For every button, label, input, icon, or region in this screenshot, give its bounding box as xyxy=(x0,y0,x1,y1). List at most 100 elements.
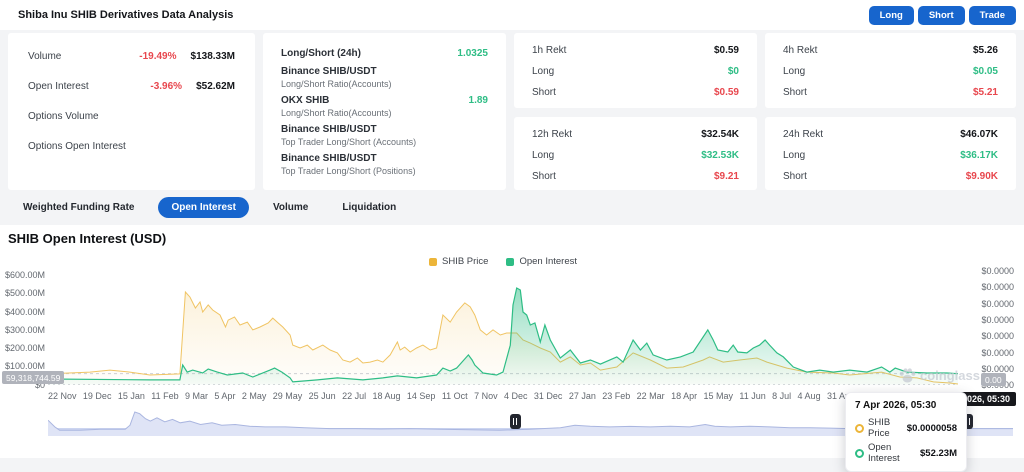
x-axis-label: 7 Nov xyxy=(474,391,498,401)
rekt-long-value: $36.17K xyxy=(960,150,998,161)
rekt-title: 4h Rekt xyxy=(783,45,817,56)
rekt-card-4h: 4h Rekt$5.26Long$0.05Short$5.21 xyxy=(765,33,1016,108)
rekt-total: $5.26 xyxy=(973,45,998,56)
y-left-label: $300.00M xyxy=(0,325,45,335)
chart-tooltip: 7 Apr 2026, 05:30 SHIB Price$0.0000058 Op… xyxy=(845,392,967,472)
tooltip-series-value: $0.0000058 xyxy=(907,423,957,434)
tab-volume[interactable]: Volume xyxy=(263,197,318,218)
ratio-row: OKX SHIB Long/Short Ratio(Accounts) 1.89 xyxy=(281,95,488,124)
rekt-card-1h: 1h Rekt$0.59Long$0Short$0.59 xyxy=(514,33,757,108)
x-axis-label: 11 Feb xyxy=(151,391,178,401)
rekt-title: 1h Rekt xyxy=(532,45,566,56)
coinglass-watermark: coinglass xyxy=(898,366,980,384)
ratio-labels: Binance SHIB/USDTTop Trader Long/Short (… xyxy=(281,153,416,176)
header: Shiba Inu SHIB Derivatives Data Analysis… xyxy=(0,0,1024,30)
x-axis-label: 9 Mar xyxy=(185,391,208,401)
stat-label: Volume xyxy=(28,51,61,62)
ratio-title: Long/Short (24h) xyxy=(281,48,361,59)
rekt-long-value: $0.05 xyxy=(973,66,998,77)
x-axis-label: 4 Dec xyxy=(504,391,528,401)
x-axis-label: 22 Mar xyxy=(637,391,665,401)
market-stat-row: Options Open Interest xyxy=(28,131,235,161)
rekt-total: $46.07K xyxy=(960,129,998,140)
x-axis-label: 29 May xyxy=(273,391,303,401)
tooltip-series-dot xyxy=(855,424,864,433)
ratio-subtitle: Long/Short Ratio(Accounts) xyxy=(281,108,392,118)
rekt-short-value: $9.90K xyxy=(966,171,998,182)
y-right-label: $0.0000 xyxy=(960,331,1014,341)
right-axis-current-value-badge: 0.00 xyxy=(981,373,1006,386)
rekt-title-row: 24h Rekt $46.07K xyxy=(783,123,998,145)
tooltip-date: 7 Apr 2026, 05:30 xyxy=(855,400,957,411)
tooltip-series-value: $52.23M xyxy=(920,448,957,459)
ratio-title: OKX SHIB xyxy=(281,95,392,106)
legend-label: SHIB Price xyxy=(442,256,488,267)
x-axis-label: 25 Jun xyxy=(309,391,336,401)
tab-liquidation[interactable]: Liquidation xyxy=(332,197,406,218)
legend-swatch xyxy=(506,258,514,266)
y-left-label: $500.00M xyxy=(0,288,45,298)
x-axis-label: 14 Sep xyxy=(407,391,436,401)
long-button[interactable]: Long xyxy=(869,6,914,25)
market-stats-card: Volume-19.49%$138.33MOpen Interest-3.96%… xyxy=(8,33,255,190)
ratio-row: Binance SHIB/USDTTop Trader Long/Short (… xyxy=(281,124,488,153)
ratio-row: Binance SHIB/USDTTop Trader Long/Short (… xyxy=(281,153,488,182)
y-right-label: $0.0000 xyxy=(960,348,1014,358)
x-axis-label: 2 May xyxy=(242,391,267,401)
legend-swatch xyxy=(429,258,437,266)
market-stat-row: Open Interest-3.96%$52.62M xyxy=(28,71,235,101)
navigator-left-handle[interactable] xyxy=(510,414,521,429)
tab-weighted-funding-rate[interactable]: Weighted Funding Rate xyxy=(13,197,144,218)
rekt-long-value: $32.53K xyxy=(701,150,739,161)
rekt-title: 12h Rekt xyxy=(532,129,572,140)
legend-item[interactable]: Open Interest xyxy=(506,256,577,267)
stat-change-pct: -3.96% xyxy=(150,81,182,92)
legend-item[interactable]: SHIB Price xyxy=(429,256,488,267)
tooltip-row: Open Interest$52.23M xyxy=(855,442,957,464)
main-chart-plot[interactable] xyxy=(48,270,958,385)
rekt-short-row: Short$0.59 xyxy=(532,82,739,103)
rekt-card-24h: 24h Rekt $46.07K Long$36.17KShort$9.90K xyxy=(765,117,1016,190)
rekt-title: 24h Rekt xyxy=(783,129,823,140)
tooltip-series-label: Open Interest xyxy=(868,442,920,464)
x-axis-label: 23 Feb xyxy=(602,391,630,401)
rekt-short-row: Short$9.90K xyxy=(783,166,998,187)
tooltip-series-label: SHIB Price xyxy=(868,417,907,439)
ratio-row: Binance SHIB/USDTLong/Short Ratio(Accoun… xyxy=(281,66,488,95)
rekt-title-row: 4h Rekt $5.26 xyxy=(783,39,998,61)
ratio-subtitle: Top Trader Long/Short (Positions) xyxy=(281,166,416,176)
rekt-total: $32.54K xyxy=(701,129,739,140)
x-axis-label: 11 Jun xyxy=(739,391,765,401)
y-left-label: $600.00M xyxy=(0,270,45,280)
stat-change-pct: -19.49% xyxy=(139,51,176,62)
header-buttons: Long Short Trade xyxy=(869,6,1016,25)
ratio-title: Binance SHIB/USDT xyxy=(281,124,416,135)
stat-label: Options Open Interest xyxy=(28,141,126,152)
stat-value: $52.62M xyxy=(196,81,235,92)
rekt-total: $0.59 xyxy=(714,45,739,56)
rekt-short-row: Short$9.21 xyxy=(532,166,739,187)
stat-values: -3.96% $52.62M xyxy=(150,81,235,92)
x-axis-label: 19 Dec xyxy=(83,391,112,401)
short-button[interactable]: Short xyxy=(918,6,965,25)
x-axis-label: 27 Jan xyxy=(569,391,596,401)
x-axis-label: 5 Apr xyxy=(214,391,235,401)
chart-title: SHIB Open Interest (USD) xyxy=(8,231,166,246)
stat-value: $138.33M xyxy=(191,51,235,62)
tab-open-interest[interactable]: Open Interest xyxy=(158,197,248,218)
ratio-value: 1.89 xyxy=(469,95,488,106)
y-left-label: $400.00M xyxy=(0,307,45,317)
rekt-short-value: $5.21 xyxy=(973,87,998,98)
rekt-short-value: $9.21 xyxy=(714,171,739,182)
x-axis-label: 22 Jul xyxy=(342,391,366,401)
rekt-long-row: Long$36.17K xyxy=(783,145,998,166)
ratio-labels: Long/Short (24h) xyxy=(281,48,361,59)
chart-tabs: Weighted Funding Rate Open Interest Volume… xyxy=(13,197,406,218)
y-left-label: $100.00M xyxy=(0,361,45,371)
long-short-ratios-card: Long/Short (24h)1.0325Binance SHIB/USDTL… xyxy=(263,33,506,190)
x-axis-label: 18 Apr xyxy=(671,391,697,401)
rekt-long-row: Long$32.53K xyxy=(532,145,739,166)
paw-icon xyxy=(898,366,917,384)
trade-button[interactable]: Trade xyxy=(969,6,1016,25)
y-right-label: $0.0000 xyxy=(960,315,1014,325)
